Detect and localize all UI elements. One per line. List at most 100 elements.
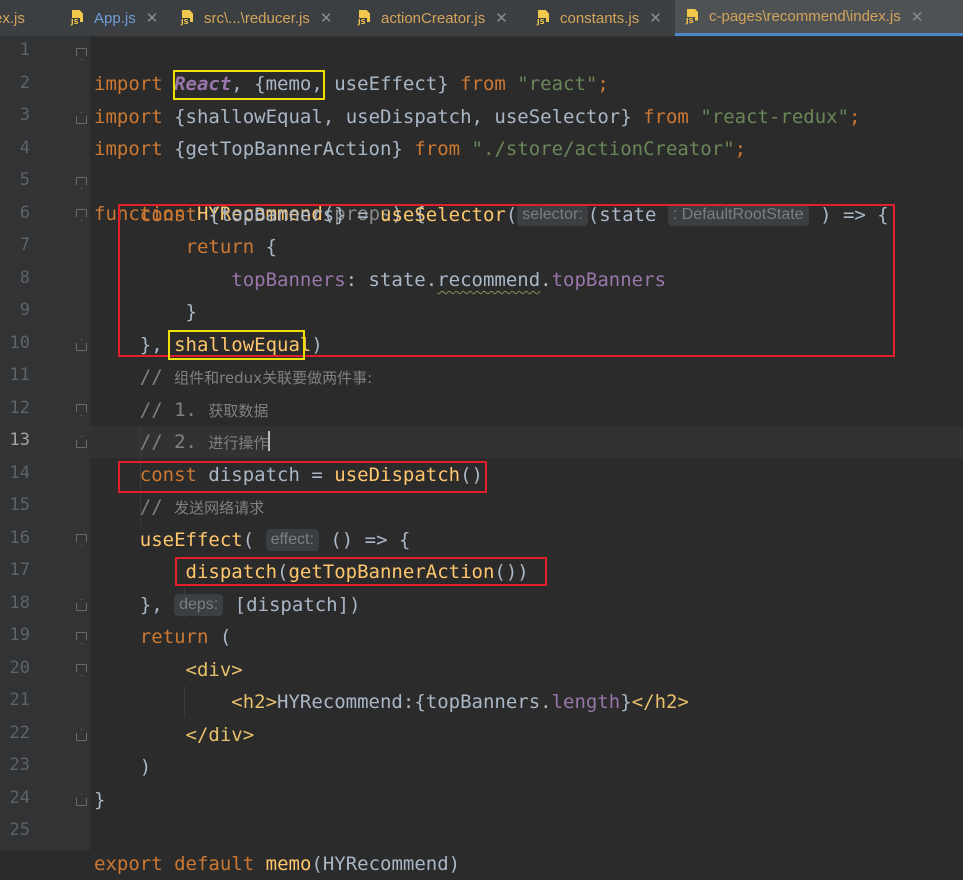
code-line-15: // 发送网络请求 bbox=[94, 491, 264, 523]
keyword: return bbox=[139, 626, 209, 648]
fold-marker-icon[interactable] bbox=[76, 534, 87, 546]
line-number: 22 bbox=[9, 723, 30, 743]
tab-constants-js[interactable]: JS constants.js ✕ bbox=[536, 0, 674, 36]
code-line-21: <h2>HYRecommend:{topBanners.length}</h2> bbox=[94, 686, 689, 718]
warning-squiggle: recommend bbox=[437, 269, 541, 291]
line-number: 16 bbox=[9, 528, 30, 548]
tab-ex-js[interactable]: ex.js bbox=[0, 0, 54, 36]
line-number: 21 bbox=[9, 690, 30, 710]
code-line-11: // 组件和redux关联要做两件事: bbox=[94, 361, 372, 393]
code-line-25: export default memo(HYRecommend) bbox=[94, 816, 460, 875]
fold-marker-icon[interactable] bbox=[76, 112, 87, 124]
tab-label: actionCreator.js bbox=[381, 9, 486, 27]
comment-text: 发送网络请求 bbox=[174, 499, 265, 517]
fold-marker-icon[interactable] bbox=[76, 404, 87, 416]
code-text: HYRecommend:{topBanners. bbox=[277, 691, 552, 713]
code-text: ( bbox=[208, 626, 232, 648]
code-line-10: }, shallowEqual) bbox=[94, 329, 323, 361]
code-text: {getTopBannerAction} bbox=[162, 138, 415, 160]
code-line-16: useEffect( effect: () => { bbox=[94, 524, 410, 556]
code-line-22: </div> bbox=[94, 719, 255, 751]
tab-recommend-index-js[interactable]: JS c-pages\recommend\index.js ✕ bbox=[675, 0, 963, 36]
js-file-icon: JS bbox=[536, 10, 552, 26]
fold-marker-icon[interactable] bbox=[76, 48, 87, 60]
line-number-gutter[interactable]: 1 2 3 4 5 6 7 8 9 10 11 12 13 14 15 16 1… bbox=[0, 36, 90, 850]
fold-marker-icon[interactable] bbox=[76, 729, 87, 741]
tab-label: App.js bbox=[94, 9, 136, 27]
jsx-tag: </div> bbox=[185, 724, 255, 746]
fold-marker-icon[interactable] bbox=[76, 209, 87, 221]
keyword: from bbox=[414, 138, 461, 160]
code-line-6: const {topBanners} = useSelector(selecto… bbox=[139, 204, 889, 226]
tab-app-js[interactable]: JS App.js ✕ bbox=[70, 0, 170, 36]
comment-text: 获取数据 bbox=[208, 402, 269, 420]
comment: // 1. bbox=[139, 399, 209, 421]
code-text: (state bbox=[587, 204, 657, 226]
code-text: ) => { bbox=[820, 204, 889, 226]
code-line-14: const dispatch = useDispatch() bbox=[94, 459, 483, 491]
code-text: () bbox=[460, 464, 483, 486]
keyword: default bbox=[174, 853, 255, 875]
line-number: 6 bbox=[19, 203, 30, 223]
code-line-2: import {shallowEqual, useDispatch, useSe… bbox=[94, 69, 861, 128]
line-number: 23 bbox=[9, 755, 30, 775]
code-text: } bbox=[94, 789, 106, 811]
code-line-5: function HYRecommend(props) { bbox=[94, 166, 426, 225]
close-icon[interactable]: ✕ bbox=[495, 9, 508, 27]
close-icon[interactable]: ✕ bbox=[146, 9, 159, 27]
type-hint: : DefaultRootState bbox=[667, 204, 809, 226]
code-text: : state. bbox=[345, 269, 438, 291]
editor-tab-bar: ex.js JS App.js ✕ JS src\...\reducer.js … bbox=[0, 0, 963, 37]
jsx-tag: <h2> bbox=[231, 691, 278, 713]
keyword: export bbox=[94, 853, 163, 875]
tab-label: constants.js bbox=[560, 9, 640, 27]
fold-marker-icon[interactable] bbox=[76, 436, 87, 448]
code-text: ) bbox=[311, 334, 323, 356]
code-line-24: } bbox=[94, 784, 105, 816]
tab-label: c-pages\recommend\index.js bbox=[709, 8, 901, 25]
code-line-1: import React, {memo, useEffect} from "re… bbox=[94, 36, 609, 95]
code-line-23: ) bbox=[94, 751, 151, 783]
code-text: ( bbox=[242, 529, 255, 551]
line-number: 25 bbox=[9, 820, 30, 840]
comment: // bbox=[139, 496, 175, 518]
text-caret bbox=[268, 431, 271, 451]
code-editor[interactable]: import React, {memo, useEffect} from "re… bbox=[90, 36, 963, 875]
close-icon[interactable]: ✕ bbox=[911, 8, 924, 26]
keyword: const bbox=[139, 204, 197, 226]
code-text: [dispatch]) bbox=[223, 594, 361, 616]
property: topBanners bbox=[231, 269, 346, 291]
js-file-icon: JS bbox=[180, 10, 196, 26]
js-file-icon: JS bbox=[685, 8, 701, 25]
line-number: 1 bbox=[19, 40, 30, 60]
function-call: dispatch bbox=[185, 561, 278, 583]
code-text: } bbox=[620, 691, 632, 713]
code-text: } bbox=[185, 301, 197, 323]
fold-marker-icon[interactable] bbox=[76, 339, 87, 351]
code-text: . bbox=[540, 269, 552, 291]
keyword: return bbox=[185, 236, 255, 258]
fold-marker-icon[interactable] bbox=[76, 664, 87, 676]
code-text: {topBanners} = bbox=[196, 204, 380, 226]
comment: // 2. bbox=[139, 431, 209, 453]
line-number-current: 13 bbox=[9, 430, 30, 450]
line-number: 7 bbox=[19, 235, 30, 255]
fold-marker-icon[interactable] bbox=[76, 599, 87, 611]
punct: ; bbox=[849, 106, 861, 128]
parameter-hint: deps: bbox=[174, 594, 224, 616]
close-icon[interactable]: ✕ bbox=[320, 9, 333, 27]
line-number: 14 bbox=[9, 463, 30, 483]
tab-actioncreator-js[interactable]: JS actionCreator.js ✕ bbox=[357, 0, 527, 36]
fold-marker-icon[interactable] bbox=[76, 632, 87, 644]
fold-marker-icon[interactable] bbox=[76, 794, 87, 806]
fold-marker-icon[interactable] bbox=[76, 177, 87, 189]
code-text: dispatch = bbox=[196, 464, 335, 486]
tab-reducer-js[interactable]: JS src\...\reducer.js ✕ bbox=[180, 0, 360, 36]
identifier: shallowEqual bbox=[174, 334, 312, 356]
code-text: (HYRecommend) bbox=[311, 853, 461, 875]
code-text: ()) bbox=[494, 561, 529, 583]
close-icon[interactable]: ✕ bbox=[649, 9, 662, 27]
line-number: 2 bbox=[19, 73, 30, 93]
code-text: () => { bbox=[318, 529, 411, 551]
line-number: 5 bbox=[19, 170, 30, 190]
